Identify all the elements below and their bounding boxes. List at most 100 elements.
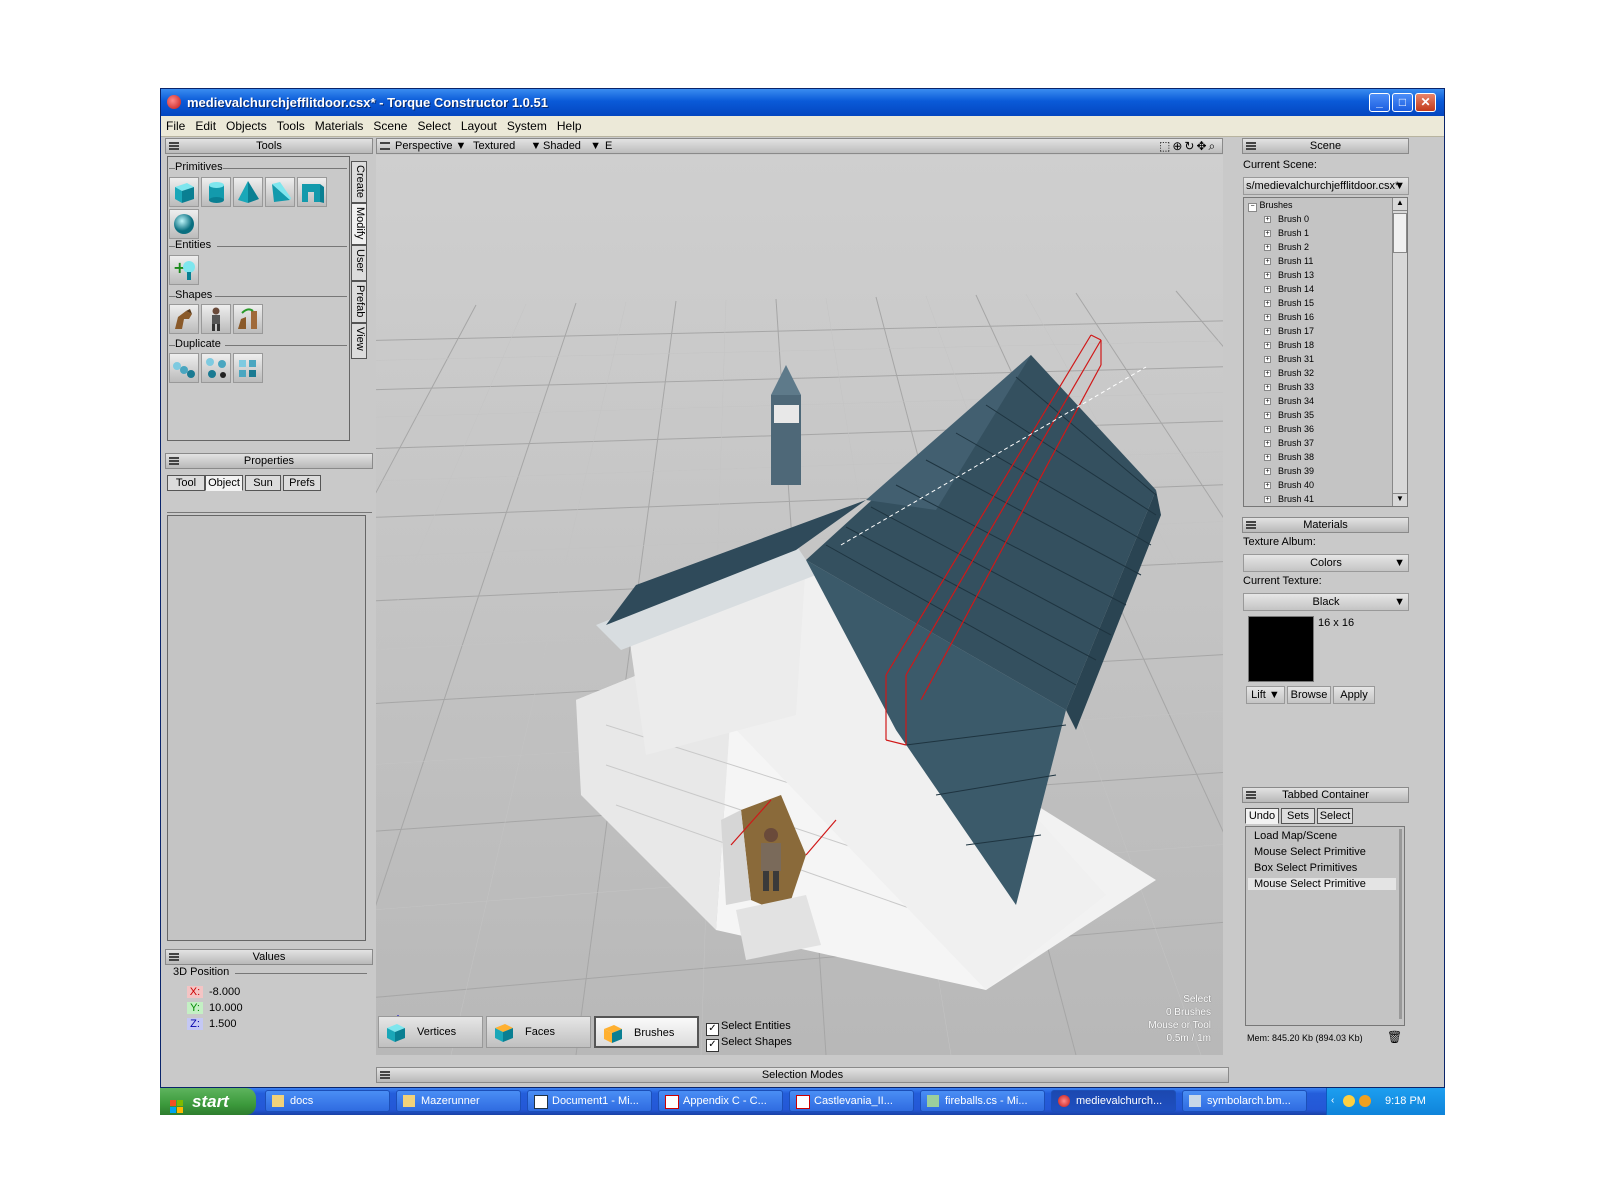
cone-primitive-button[interactable] — [233, 177, 263, 207]
panel-menu-icon[interactable] — [169, 457, 179, 465]
history-item-selected[interactable]: Mouse Select Primitive — [1248, 878, 1396, 890]
tab-view[interactable]: View — [351, 323, 367, 359]
3d-viewport[interactable]: Select 0 Brushes Mouse or Tool 0.5m / 1m — [376, 155, 1223, 1055]
tab-select[interactable]: Select — [1317, 808, 1353, 824]
expand-icon[interactable]: + — [1264, 412, 1271, 419]
task-fireballs[interactable]: fireballs.cs - Mi... — [920, 1090, 1045, 1112]
tray-expand-icon[interactable]: ‹ — [1331, 1095, 1334, 1106]
tray-network-icon[interactable] — [1343, 1095, 1355, 1107]
close-button[interactable]: ✕ — [1415, 93, 1436, 112]
tray-security-icon[interactable] — [1359, 1095, 1371, 1107]
rotate-view-icon[interactable]: ↻ — [1184, 139, 1196, 153]
minimize-button[interactable]: _ — [1369, 93, 1390, 112]
menu-layout[interactable]: Layout — [456, 116, 502, 136]
expand-icon[interactable]: + — [1264, 426, 1271, 433]
tab-user[interactable]: User — [351, 245, 367, 281]
task-mazerunner[interactable]: Mazerunner — [396, 1090, 521, 1112]
task-medievalchurch[interactable]: medievalchurch... — [1051, 1090, 1176, 1112]
shape-player-button[interactable] — [201, 304, 231, 334]
expand-icon[interactable]: + — [1264, 244, 1271, 251]
apply-button[interactable]: Apply — [1333, 686, 1375, 704]
zoom-view-icon[interactable]: ⌕ — [1209, 139, 1218, 153]
scene-panel-header[interactable]: Scene — [1242, 138, 1409, 154]
panel-menu-icon[interactable] — [1246, 791, 1256, 799]
scroll-down-icon[interactable]: ▼ — [1393, 493, 1407, 506]
scroll-thumb[interactable] — [1393, 213, 1407, 253]
expand-icon[interactable]: + — [1264, 314, 1271, 321]
maximize-button[interactable]: □ — [1392, 93, 1413, 112]
expand-icon[interactable]: + — [1264, 482, 1271, 489]
menu-help[interactable]: Help — [552, 116, 587, 136]
task-castlevania[interactable]: Castlevania_II... — [789, 1090, 914, 1112]
tab-undo[interactable]: Undo — [1245, 808, 1279, 824]
properties-panel-header[interactable]: Properties — [165, 453, 373, 469]
tab-object[interactable]: Object — [205, 475, 243, 491]
render-dropdown[interactable]: Textured ▼ — [473, 139, 541, 153]
browse-button[interactable]: Browse — [1287, 686, 1331, 704]
viewport-menu-icon[interactable] — [380, 142, 390, 150]
scroll-up-icon[interactable]: ▲ — [1393, 198, 1407, 211]
move-view-icon[interactable]: ⊕ — [1172, 139, 1184, 153]
tab-modify[interactable]: Modify — [351, 203, 367, 245]
cylinder-primitive-button[interactable] — [201, 177, 231, 207]
texture-swatch[interactable] — [1248, 616, 1314, 682]
tab-create[interactable]: Create — [351, 161, 367, 203]
tab-prefs[interactable]: Prefs — [283, 475, 321, 491]
menu-tools[interactable]: Tools — [272, 116, 310, 136]
y-value[interactable]: 10.000 — [209, 1002, 243, 1014]
task-docs[interactable]: docs — [265, 1090, 390, 1112]
extra-toggle[interactable]: E — [605, 139, 612, 153]
history-item[interactable]: Load Map/Scene — [1254, 830, 1337, 842]
select-shapes-checkbox[interactable]: ✓ Select Shapes — [706, 1036, 792, 1052]
panel-menu-icon[interactable] — [169, 953, 179, 961]
task-symbolarch[interactable]: symbolarch.bm... — [1182, 1090, 1307, 1112]
shape-horse-button[interactable] — [169, 304, 199, 334]
tab-prefab[interactable]: Prefab — [351, 281, 367, 323]
expand-icon[interactable]: + — [1264, 286, 1271, 293]
menu-objects[interactable]: Objects — [221, 116, 272, 136]
current-scene-dropdown[interactable]: s/medievalchurchjefflitdoor.csx* ▼ — [1243, 177, 1409, 195]
panel-menu-icon[interactable] — [1246, 142, 1256, 150]
expand-icon[interactable]: + — [1264, 370, 1271, 377]
task-appendix[interactable]: Appendix C - C... — [658, 1090, 783, 1112]
expand-icon[interactable]: + — [1264, 300, 1271, 307]
panel-menu-icon[interactable] — [380, 1071, 390, 1079]
tree-root-brushes[interactable]: − Brushes — [1248, 200, 1293, 212]
sphere-primitive-button[interactable] — [169, 209, 199, 239]
tools-panel-header[interactable]: Tools — [165, 138, 373, 154]
task-document1[interactable]: Document1 - Mi... — [527, 1090, 652, 1112]
expand-icon[interactable]: + — [1264, 356, 1271, 363]
arch-primitive-button[interactable] — [297, 177, 327, 207]
expand-icon[interactable]: + — [1264, 398, 1271, 405]
selection-modes-header[interactable]: Selection Modes — [376, 1067, 1229, 1083]
menu-edit[interactable]: Edit — [190, 116, 221, 136]
expand-icon[interactable]: + — [1264, 328, 1271, 335]
add-entity-button[interactable]: + — [169, 255, 199, 285]
menu-system[interactable]: System — [502, 116, 552, 136]
tabbed-container-header[interactable]: Tabbed Container — [1242, 787, 1409, 803]
duplicate-grid-button[interactable] — [233, 353, 263, 383]
expand-icon[interactable]: + — [1264, 384, 1271, 391]
menu-materials[interactable]: Materials — [310, 116, 369, 136]
shape-replace-button[interactable] — [233, 304, 263, 334]
pan-view-icon[interactable]: ✥ — [1196, 139, 1208, 153]
cube-primitive-button[interactable] — [169, 177, 199, 207]
brushes-mode-button[interactable]: Brushes — [594, 1016, 699, 1048]
duplicate-scatter-button[interactable] — [201, 353, 231, 383]
history-item[interactable]: Mouse Select Primitive — [1254, 846, 1366, 858]
trash-icon[interactable]: 🗑 — [1387, 1030, 1402, 1044]
expand-icon[interactable]: + — [1264, 272, 1271, 279]
values-panel-header[interactable]: Values — [165, 949, 373, 965]
collapse-icon[interactable]: − — [1248, 203, 1257, 212]
z-value[interactable]: 1.500 — [209, 1018, 237, 1030]
menu-scene[interactable]: Scene — [368, 116, 412, 136]
start-button[interactable]: start — [160, 1088, 256, 1115]
vertices-mode-button[interactable]: Vertices — [378, 1016, 483, 1048]
expand-icon[interactable]: + — [1264, 230, 1271, 237]
texture-album-dropdown[interactable]: Colors ▼ — [1243, 554, 1409, 572]
duplicate-linear-button[interactable] — [169, 353, 199, 383]
menu-select[interactable]: Select — [412, 116, 455, 136]
expand-icon[interactable]: + — [1264, 468, 1271, 475]
camera-dropdown[interactable]: Perspective ▼ — [395, 139, 466, 153]
panel-menu-icon[interactable] — [169, 142, 179, 150]
